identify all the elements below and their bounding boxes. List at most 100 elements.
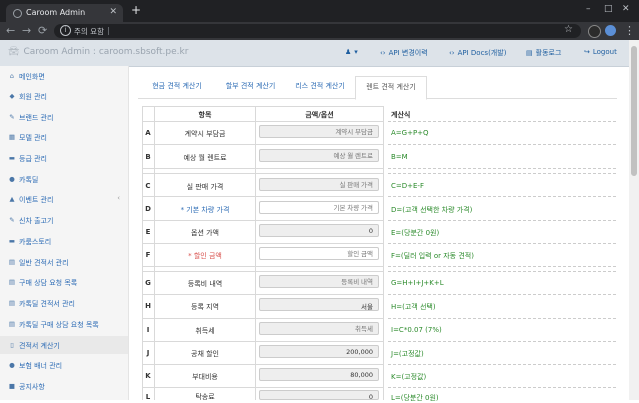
row-letter: J	[146, 349, 150, 357]
sidebar: ⌂ 메인화면 ◆ 회원 관리 ✎ 브랜드 관리 ▦ 모델 관리 ▬ 등급 관리 ● 카톡딜 …	[0, 66, 129, 400]
logout-icon: ↪	[584, 48, 590, 56]
tab-lease-calculator[interactable]: 리스 견적 계산기	[285, 76, 355, 97]
tab-installment-calculator[interactable]: 할부 견적 계산기	[216, 76, 285, 97]
sidebar-item-events[interactable]: ▲ 이벤트 관리 ‹	[0, 190, 128, 208]
table-border	[142, 387, 383, 388]
field-registration-region[interactable]: 서울	[259, 298, 379, 311]
window-close-button[interactable]: ✕	[622, 4, 630, 14]
info-icon[interactable]: i	[60, 25, 71, 36]
globe-icon	[13, 9, 22, 18]
address-divider	[108, 27, 109, 35]
sidebar-item-quote-calculator[interactable]: ▯ 견적서 계산기	[0, 336, 128, 354]
table-border	[142, 341, 383, 342]
star-icon[interactable]: ☆	[564, 24, 573, 35]
formula-divider	[388, 318, 616, 319]
header-item: 항목	[198, 111, 212, 119]
sidebar-item-new-car-reviews[interactable]: ✎ 신차 출고기	[0, 211, 128, 229]
row-label: 취득세	[195, 327, 215, 335]
sidebar-item-grades[interactable]: ▬ 등급 관리	[0, 149, 128, 167]
user-menu[interactable]: ♟ ▾	[345, 48, 358, 56]
row-label: 예상 월 렌트료	[183, 154, 227, 162]
table-border	[142, 294, 383, 295]
field-bond-discount[interactable]: 200,000	[259, 345, 379, 358]
browser-tab[interactable]: Caroom Admin ✕	[6, 4, 123, 22]
sidebar-item-caroom-story[interactable]: ▬ 카룸스토리	[0, 232, 128, 250]
sidebar-item-katokdeal-purchase-requests[interactable]: ▤ 카톡딜 구매 상담 요청 목록	[0, 315, 128, 333]
field-discount-amount[interactable]	[259, 247, 379, 260]
sidebar-item-notices[interactable]: ■ 공지사항	[0, 377, 128, 395]
table-border	[142, 364, 383, 365]
back-button[interactable]: ←	[6, 24, 15, 38]
page-scrollbar[interactable]	[629, 40, 639, 400]
address-bar[interactable]: i 주의 요함 ☆	[54, 24, 581, 38]
table-border	[142, 173, 383, 174]
new-tab-button[interactable]: +	[131, 4, 141, 16]
browser-menu-icon[interactable]: ⋮	[624, 24, 635, 38]
car-icon: 🚘︎	[8, 47, 20, 57]
field-incidental-costs[interactable]: 80,000	[259, 368, 379, 381]
profile-avatar[interactable]	[605, 25, 616, 36]
table-border	[142, 196, 383, 197]
formula-text: J=(고정값)	[391, 350, 424, 358]
formula-text: G=H+I+J+K+L	[391, 279, 444, 287]
formula-divider	[388, 364, 616, 365]
brand-title: Caroom Admin : caroom.sbsoft.pe.kr	[23, 47, 189, 57]
sidebar-item-home[interactable]: ⌂ 메인화면	[0, 67, 128, 85]
logout-link[interactable]: ↪ Logout	[584, 48, 617, 56]
sidebar-item-members[interactable]: ◆ 회원 관리	[0, 87, 128, 105]
home-icon: ⌂	[9, 72, 15, 80]
tab-cash-calculator[interactable]: 현금 견적 계산기	[138, 76, 216, 97]
maximize-button[interactable]: □	[604, 4, 613, 14]
forward-button[interactable]: →	[22, 24, 31, 38]
row-label-required: * 할인 금액	[188, 252, 222, 260]
scrollbar-thumb[interactable]	[631, 46, 637, 176]
table-border	[142, 168, 383, 169]
calculator-tabs: 현금 견적 계산기 할부 견적 계산기 리스 견적 계산기 렌트 견적 계산기	[138, 76, 617, 100]
brand[interactable]: 🚘︎ Caroom Admin : caroom.sbsoft.pe.kr	[8, 47, 188, 57]
row-label-required: * 기본 차량 가격	[180, 206, 230, 214]
sidebar-item-models[interactable]: ▦ 모델 관리	[0, 128, 128, 146]
field-delivery-fee[interactable]: 0	[259, 390, 379, 401]
sidebar-item-insurance-banner[interactable]: ● 보험 배너 관리	[0, 356, 128, 374]
sidebar-item-purchase-requests[interactable]: ▤ 구매 상담 요청 목록	[0, 273, 128, 291]
field-base-vehicle-price[interactable]	[259, 201, 379, 214]
field-actual-sale-price[interactable]	[259, 178, 379, 191]
row-letter: I	[146, 326, 150, 334]
activity-log-link[interactable]: ▤ 활동로그	[526, 48, 561, 58]
formula-text: L=(당분간 0원)	[391, 394, 439, 402]
formula-text: C=D+E-F	[391, 182, 424, 190]
bell-icon: ▲	[9, 195, 15, 203]
api-changelog-link[interactable]: ‹› API 변경이력	[380, 48, 428, 58]
field-contract-deposit[interactable]	[259, 125, 379, 138]
table-border	[142, 121, 383, 122]
reload-button[interactable]: ⟳	[38, 24, 47, 38]
field-acquisition-tax[interactable]	[259, 322, 379, 335]
row-letter: E	[145, 228, 151, 236]
table-border	[142, 318, 383, 319]
minimize-button[interactable]: –	[586, 4, 591, 14]
close-tab-icon[interactable]: ✕	[109, 7, 117, 17]
table-border	[142, 271, 383, 272]
table-border	[255, 106, 256, 400]
formula-divider	[388, 294, 616, 295]
formula-divider	[388, 243, 616, 244]
formula-text: E=(당분간 0원)	[391, 229, 440, 237]
sidebar-item-katokdeal[interactable]: ● 카톡딜	[0, 170, 128, 188]
sidebar-item-katokdeal-quotes[interactable]: ▤ 카톡딜 견적서 관리	[0, 294, 128, 312]
formula-divider	[388, 168, 616, 169]
api-docs-link[interactable]: ‹› API Docs(개발)	[449, 48, 506, 58]
row-letter: F	[145, 251, 151, 259]
formula-text: I=C*0.07 (7%)	[391, 326, 442, 334]
extension-shield-icon[interactable]	[588, 25, 601, 38]
field-registration-fees[interactable]	[259, 275, 379, 288]
field-monthly-rent[interactable]	[259, 149, 379, 162]
browser-tab-title: Caroom Admin	[26, 8, 86, 17]
tab-rent-calculator[interactable]: 렌트 견적 계산기	[355, 76, 427, 100]
car-icon: ▬	[8, 154, 16, 162]
field-option-price[interactable]: 0	[259, 224, 379, 237]
sidebar-item-general-quotes[interactable]: ▤ 일반 견적서 관리	[0, 253, 128, 271]
row-label: 실 판매 가격	[186, 183, 224, 191]
formula-divider	[388, 121, 616, 122]
phone-icon: ▯	[10, 341, 14, 349]
sidebar-item-brands[interactable]: ✎ 브랜드 관리	[0, 108, 128, 126]
